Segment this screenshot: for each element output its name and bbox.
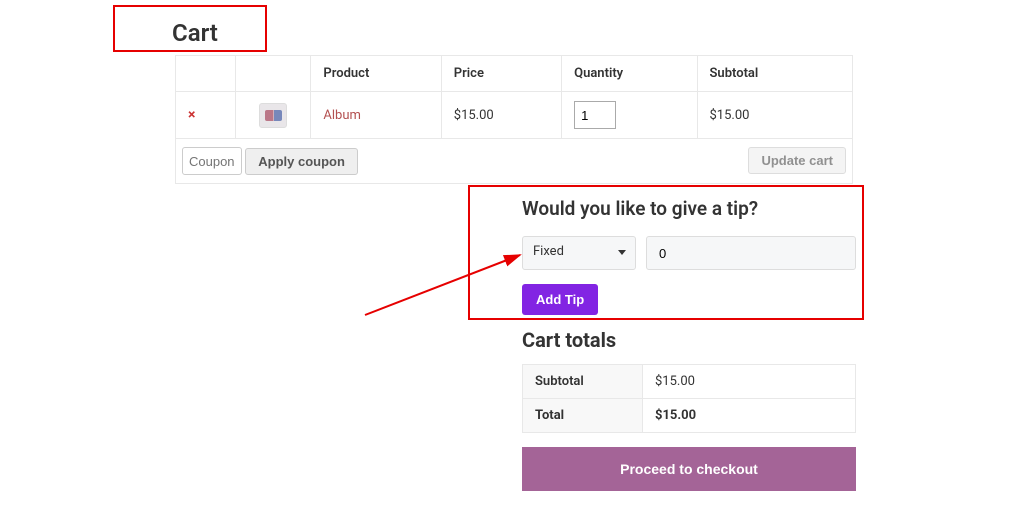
tip-section: Would you like to give a tip? Fixed Add … <box>522 197 856 315</box>
col-product-header: Product <box>311 56 441 92</box>
proceed-to-checkout-button[interactable]: Proceed to checkout <box>522 447 856 491</box>
col-thumb-header <box>236 56 311 92</box>
subtotal-value: $15.00 <box>643 365 856 399</box>
annotation-arrow-icon <box>360 245 540 325</box>
cart-totals-table: Subtotal $15.00 Total $15.00 <box>522 364 856 433</box>
tip-heading: Would you like to give a tip? <box>522 197 856 220</box>
col-subtotal-header: Subtotal <box>697 56 853 92</box>
page-title: Cart <box>172 19 218 47</box>
cart-row: × Album $15.00 $15.00 <box>176 92 853 139</box>
tip-type-value: Fixed <box>533 244 564 259</box>
col-remove-header <box>176 56 236 92</box>
product-name-link[interactable]: Album <box>323 108 361 123</box>
chevron-down-icon <box>618 250 626 255</box>
cart-table: Product Price Quantity Subtotal × Album … <box>175 55 853 184</box>
subtotal-label: Subtotal <box>523 365 643 399</box>
cart-totals-heading: Cart totals <box>522 328 856 352</box>
apply-coupon-button[interactable]: Apply coupon <box>245 148 358 175</box>
col-price-header: Price <box>441 56 561 92</box>
quantity-input[interactable] <box>574 101 616 129</box>
tip-amount-input[interactable] <box>646 236 856 270</box>
add-tip-button[interactable]: Add Tip <box>522 284 598 315</box>
tip-type-select[interactable]: Fixed <box>522 236 636 270</box>
cart-actions-row: Apply coupon Update cart <box>176 139 853 184</box>
total-value: $15.00 <box>643 399 856 433</box>
remove-item-button[interactable]: × <box>188 107 195 123</box>
coupon-code-input[interactable] <box>182 147 242 175</box>
product-thumbnail[interactable] <box>259 103 287 128</box>
product-subtotal: $15.00 <box>697 92 853 139</box>
cart-totals-section: Cart totals Subtotal $15.00 Total $15.00… <box>522 328 856 491</box>
product-price: $15.00 <box>441 92 561 139</box>
col-quantity-header: Quantity <box>562 56 697 92</box>
update-cart-button[interactable]: Update cart <box>748 147 846 174</box>
total-label: Total <box>523 399 643 433</box>
